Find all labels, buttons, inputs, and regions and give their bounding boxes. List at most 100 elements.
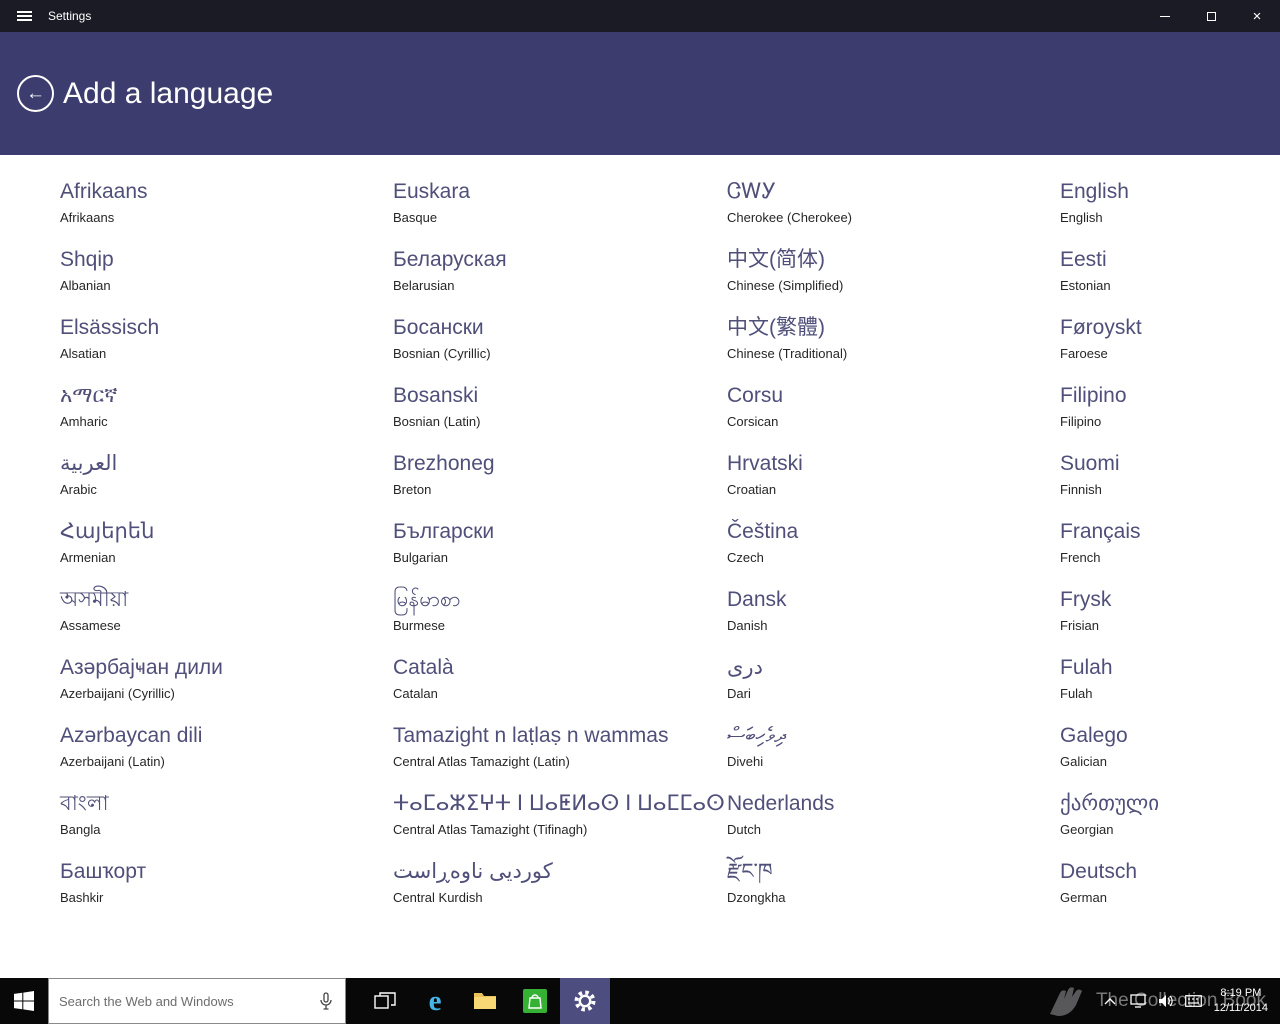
- language-item[interactable]: Euskara Basque: [393, 179, 727, 247]
- language-english-name: Azerbaijani (Cyrillic): [60, 686, 175, 701]
- window-title: Settings: [48, 9, 92, 23]
- language-item[interactable]: Fulah Fulah: [1060, 655, 1260, 723]
- language-item[interactable]: ދިވެހިބަސް Divehi: [727, 723, 1060, 791]
- language-item[interactable]: العربية Arabic: [60, 451, 393, 519]
- clock-date: 12/11/2014: [1213, 1002, 1268, 1014]
- language-item[interactable]: Босански Bosnian (Cyrillic): [393, 315, 727, 383]
- language-item[interactable]: বাংলা Bangla: [60, 791, 393, 859]
- language-item[interactable]: Føroyskt Faroese: [1060, 315, 1260, 383]
- language-item[interactable]: Filipino Filipino: [1060, 383, 1260, 451]
- language-item[interactable]: Frysk Frisian: [1060, 587, 1260, 655]
- language-native-name: Galego: [1060, 724, 1128, 747]
- language-english-name: Finnish: [1060, 482, 1102, 497]
- language-native-name: English: [1060, 180, 1129, 203]
- back-button[interactable]: ←: [17, 75, 54, 112]
- language-item[interactable]: 中文(繁體) Chinese (Traditional): [727, 315, 1060, 383]
- language-native-name: རྫོང་ཁ: [727, 860, 773, 883]
- language-item[interactable]: ᏣᎳᎩ Cherokee (Cherokee): [727, 179, 1060, 247]
- language-item[interactable]: 中文(简体) Chinese (Simplified): [727, 247, 1060, 315]
- store-button[interactable]: [510, 978, 560, 1024]
- language-item[interactable]: Brezhoneg Breton: [393, 451, 727, 519]
- task-view-button[interactable]: [360, 978, 410, 1024]
- start-button[interactable]: [0, 978, 48, 1024]
- language-item[interactable]: Shqip Albanian: [60, 247, 393, 315]
- language-item[interactable]: Азәрбајҹан дили Azerbaijani (Cyrillic): [60, 655, 393, 723]
- language-english-name: Dutch: [727, 822, 761, 837]
- language-english-name: Frisian: [1060, 618, 1100, 633]
- taskbar-search-box: [48, 978, 346, 1024]
- language-item[interactable]: Čeština Czech: [727, 519, 1060, 587]
- language-item[interactable]: Tamazight n laṭlaṣ n wammas Central Atla…: [393, 723, 727, 791]
- language-item[interactable]: Hrvatski Croatian: [727, 451, 1060, 519]
- language-item[interactable]: ⵜⴰⵎⴰⵣⵉⵖⵜ ⵏ ⵡⴰⵟⵍⴰⵙ ⵏ ⵡⴰⵎⵎⴰⵙ Central Atlas…: [393, 791, 727, 859]
- close-icon: ×: [1252, 7, 1262, 25]
- language-english-name: Cherokee (Cherokee): [727, 210, 853, 225]
- microphone-button[interactable]: [315, 986, 337, 1016]
- maximize-button[interactable]: [1188, 0, 1234, 32]
- language-english-name: Bosnian (Cyrillic): [393, 346, 491, 361]
- language-item[interactable]: درى Dari: [727, 655, 1060, 723]
- language-native-name: Nederlands: [727, 792, 835, 815]
- language-item[interactable]: Български Bulgarian: [393, 519, 727, 587]
- language-item[interactable]: မြန်မာစာ Burmese: [393, 587, 727, 655]
- settings-app-button[interactable]: [560, 978, 610, 1024]
- language-item[interactable]: Eesti Estonian: [1060, 247, 1260, 315]
- language-item[interactable]: English English: [1060, 179, 1260, 247]
- language-item[interactable]: Башҡорт Bashkir: [60, 859, 393, 927]
- browser-button[interactable]: e: [410, 978, 460, 1024]
- taskbar-clock[interactable]: 8:19 PM 12/11/2014: [1208, 986, 1280, 1017]
- network-icon: [1130, 994, 1146, 1008]
- settings-window: Settings × ← Add a language Afrikaans Af…: [0, 0, 1280, 1024]
- language-item[interactable]: ქართული Georgian: [1060, 791, 1260, 859]
- minimize-button[interactable]: [1142, 0, 1188, 32]
- language-item[interactable]: Беларуская Belarusian: [393, 247, 727, 315]
- language-native-name: Français: [1060, 520, 1141, 543]
- language-english-name: Alsatian: [60, 346, 107, 361]
- language-item[interactable]: Dansk Danish: [727, 587, 1060, 655]
- language-native-name: Filipino: [1060, 384, 1127, 407]
- language-item[interactable]: Հայերեն Armenian: [60, 519, 393, 587]
- close-button[interactable]: ×: [1234, 0, 1280, 32]
- gear-icon: [574, 990, 596, 1012]
- keyboard-tray-button[interactable]: [1180, 978, 1208, 1024]
- network-tray-button[interactable]: [1124, 978, 1152, 1024]
- language-english-name: Basque: [393, 210, 438, 225]
- language-item[interactable]: Français French: [1060, 519, 1260, 587]
- language-english-name: Arabic: [60, 482, 97, 497]
- file-explorer-button[interactable]: [460, 978, 510, 1024]
- language-english-name: Central Atlas Tamazight (Tifinagh): [393, 822, 588, 837]
- language-item[interactable]: Suomi Finnish: [1060, 451, 1260, 519]
- language-english-name: Croatian: [727, 482, 777, 497]
- language-item[interactable]: کوردیی ناوەڕاست Central Kurdish: [393, 859, 727, 927]
- language-item[interactable]: Galego Galician: [1060, 723, 1260, 791]
- language-item[interactable]: অসমীয়া Assamese: [60, 587, 393, 655]
- language-item[interactable]: Nederlands Dutch: [727, 791, 1060, 859]
- language-native-name: ⵜⴰⵎⴰⵣⵉⵖⵜ ⵏ ⵡⴰⵟⵍⴰⵙ ⵏ ⵡⴰⵎⵎⴰⵙ: [393, 792, 725, 815]
- language-item[interactable]: Azərbaycan dili Azerbaijani (Latin): [60, 723, 393, 791]
- language-item[interactable]: རྫོང་ཁ Dzongkha: [727, 859, 1060, 927]
- language-native-name: درى: [727, 656, 763, 679]
- language-native-name: Elsässisch: [60, 316, 160, 339]
- store-icon: [523, 989, 547, 1013]
- language-item[interactable]: Deutsch German: [1060, 859, 1260, 927]
- clock-time: 8:19 PM: [1220, 986, 1262, 999]
- language-native-name: Беларуская: [393, 248, 507, 271]
- hamburger-menu-button[interactable]: [0, 0, 48, 32]
- language-item[interactable]: Afrikaans Afrikaans: [60, 179, 393, 247]
- language-native-name: Tamazight n laṭlaṣ n wammas: [393, 724, 669, 747]
- language-item[interactable]: Elsässisch Alsatian: [60, 315, 393, 383]
- language-item[interactable]: Català Catalan: [393, 655, 727, 723]
- search-input[interactable]: [59, 993, 315, 1009]
- language-item[interactable]: Corsu Corsican: [727, 383, 1060, 451]
- language-native-name: Dansk: [727, 588, 787, 611]
- volume-tray-button[interactable]: [1152, 978, 1180, 1024]
- language-item[interactable]: Bosanski Bosnian (Latin): [393, 383, 727, 451]
- show-hidden-icons-button[interactable]: [1096, 978, 1124, 1024]
- language-english-name: Estonian: [1060, 278, 1111, 293]
- task-view-icon: [374, 992, 396, 1009]
- language-item[interactable]: አማርኛ Amharic: [60, 383, 393, 451]
- language-english-name: Catalan: [393, 686, 438, 701]
- language-english-name: English: [1060, 210, 1103, 225]
- microphone-icon: [320, 992, 332, 1010]
- language-english-name: Albanian: [60, 278, 111, 293]
